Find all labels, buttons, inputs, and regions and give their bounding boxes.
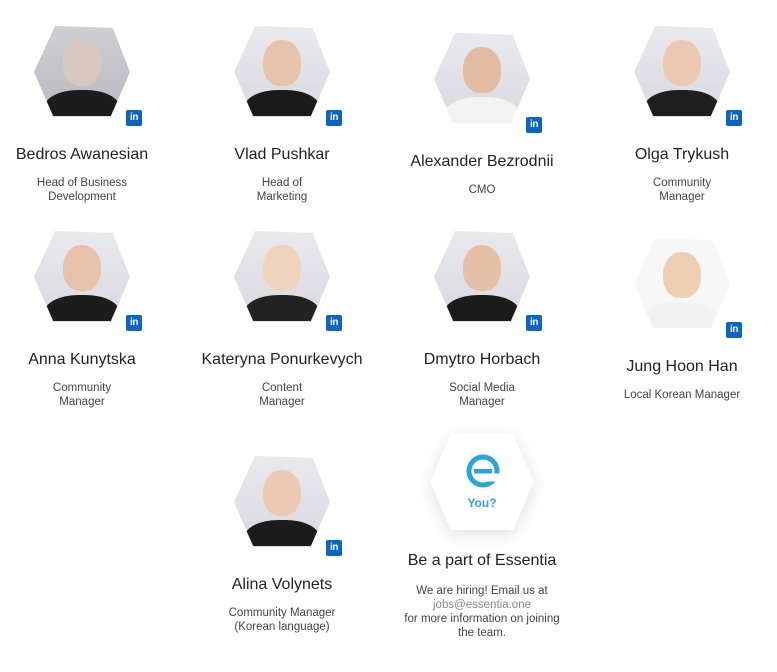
member-role: Content Manager <box>259 382 305 408</box>
member-role: Community Manager <box>652 177 712 203</box>
member-name: Olga Trykush <box>634 146 730 163</box>
essentia-logo-icon <box>466 454 500 488</box>
team-member-card: in Kateryna Ponurkevych Content Manager <box>182 229 382 409</box>
email-link[interactable]: jobs@essentia.one <box>382 598 582 612</box>
member-name: Bedros Awanesian <box>15 146 149 163</box>
member-role: CMO <box>468 184 496 196</box>
member-name: Jung Hoon Han <box>626 358 738 375</box>
you-label: You? <box>467 496 497 510</box>
avatar: in <box>434 31 542 133</box>
team-member-card: in Alina Volynets Community Manager (Kor… <box>182 454 382 634</box>
team-member-card: in Alexander Bezrodnii CMO <box>382 31 582 197</box>
member-role: Head of Business Development <box>36 177 128 203</box>
linkedin-icon[interactable]: in <box>526 315 542 331</box>
linkedin-icon[interactable]: in <box>126 315 142 331</box>
avatar: in <box>434 229 542 331</box>
avatar: in <box>234 229 342 331</box>
avatar: in <box>634 236 742 338</box>
member-name: Kateryna Ponurkevych <box>201 351 363 368</box>
linkedin-icon[interactable]: in <box>326 110 342 126</box>
team-member-card: in Jung Hoon Han Local Korean Manager <box>582 236 777 402</box>
avatar: in <box>34 24 142 126</box>
team-member-card: in Bedros Awanesian Head of Business Dev… <box>0 24 182 204</box>
team-member-card: in Dmytro Horbach Social Media Manager <box>382 229 582 409</box>
linkedin-icon[interactable]: in <box>726 110 742 126</box>
hiring-line: for more information on joining <box>404 613 560 625</box>
hiring-card: You? Be a part of Essentia We are hiring… <box>382 434 582 640</box>
member-role: Community Manager <box>52 382 112 408</box>
member-name: Vlad Pushkar <box>234 146 330 163</box>
member-role: Social Media Manager <box>449 382 515 408</box>
linkedin-icon[interactable]: in <box>726 322 742 338</box>
linkedin-icon[interactable]: in <box>126 110 142 126</box>
member-name: Alexander Bezrodnii <box>410 153 554 170</box>
member-role: Local Korean Manager <box>623 389 741 401</box>
hiring-line: the team. <box>458 627 506 639</box>
team-member-card: in Anna Kunytska Community Manager <box>0 229 182 409</box>
member-name: Dmytro Horbach <box>423 351 541 368</box>
member-role: Community Manager (Korean language) <box>228 607 336 633</box>
avatar: in <box>234 24 342 126</box>
linkedin-icon[interactable]: in <box>326 540 342 556</box>
hiring-line: We are hiring! Email us at <box>416 585 548 597</box>
team-member-card: in Olga Trykush Community Manager <box>582 24 777 204</box>
linkedin-icon[interactable]: in <box>326 315 342 331</box>
member-role: Head of Marketing <box>256 177 308 203</box>
hiring-title: Be a part of Essentia <box>407 552 557 569</box>
hiring-text: We are hiring! Email us at jobs@essentia… <box>382 584 582 640</box>
member-name: Anna Kunytska <box>28 351 136 368</box>
team-member-card: in Vlad Pushkar Head of Marketing <box>182 24 382 204</box>
avatar: in <box>234 454 342 556</box>
you-badge[interactable]: You? <box>430 434 534 530</box>
avatar: in <box>34 229 142 331</box>
linkedin-icon[interactable]: in <box>526 117 542 133</box>
member-name: Alina Volynets <box>231 576 333 593</box>
avatar: in <box>634 24 742 126</box>
